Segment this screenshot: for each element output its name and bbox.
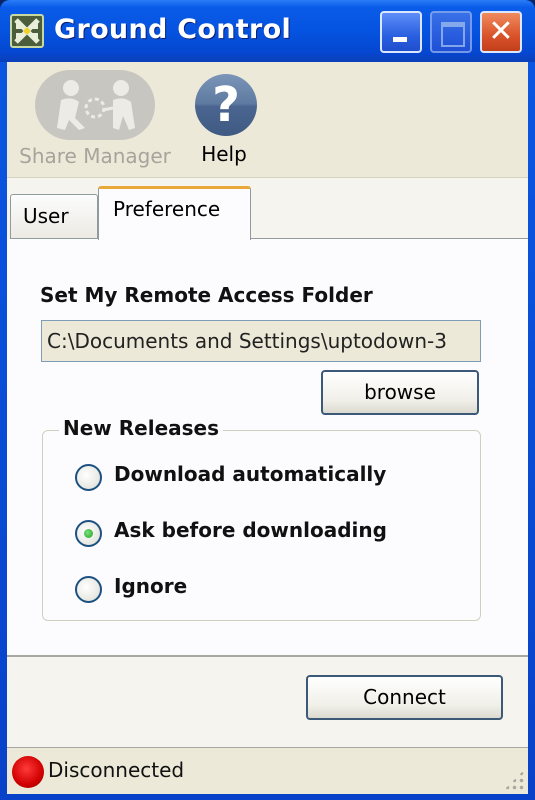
connection-status: Disconnected [48,758,185,782]
close-icon: ✕ [488,14,514,49]
new-releases-group: New Releases Download automatically Ask … [42,416,481,621]
title-bar[interactable]: Ground Control ✕ [0,0,535,62]
help-icon: ? [195,74,257,136]
share-manager-button[interactable]: Share Manager [15,68,175,168]
remote-folder-input[interactable]: C:\Documents and Settings\uptodown-3 [41,320,481,362]
footer: Connect [7,657,528,749]
minimize-button[interactable] [380,11,422,53]
app-window: Ground Control ✕ Share Manager ? Help Us… [0,0,535,800]
status-bar: Disconnected [7,747,528,794]
ground-control-app-icon [10,14,44,48]
help-label: Help [201,142,247,166]
help-button[interactable]: ? Help [195,68,257,166]
radio-button[interactable] [75,576,102,603]
tab-strip: User Preference [7,178,528,240]
radio-label: Download automatically [114,462,387,486]
close-button[interactable]: ✕ [480,11,522,53]
connect-button[interactable]: Connect [306,675,503,720]
browse-button[interactable]: browse [321,370,479,415]
status-indicator-icon [12,756,44,788]
share-manager-label: Share Manager [19,144,171,168]
remote-folder-label: Set My Remote Access Folder [40,283,373,307]
radio-button[interactable] [75,464,102,491]
toolbar: Share Manager ? Help [7,62,528,178]
radio-label: Ask before downloading [114,518,387,542]
radio-button-checked[interactable] [75,520,102,547]
window-title: Ground Control [54,14,292,45]
tab-user[interactable]: User [10,194,98,238]
preference-panel: Set My Remote Access Folder C:\Documents… [7,239,528,657]
resize-grip-icon[interactable] [504,770,524,790]
maximize-button[interactable] [430,11,472,53]
new-releases-title: New Releases [59,416,223,440]
radio-label: Ignore [114,574,188,598]
share-manager-icon [35,70,155,140]
tab-preference[interactable]: Preference [98,186,251,240]
window-client-area: Share Manager ? Help User Preference Set… [7,62,528,794]
